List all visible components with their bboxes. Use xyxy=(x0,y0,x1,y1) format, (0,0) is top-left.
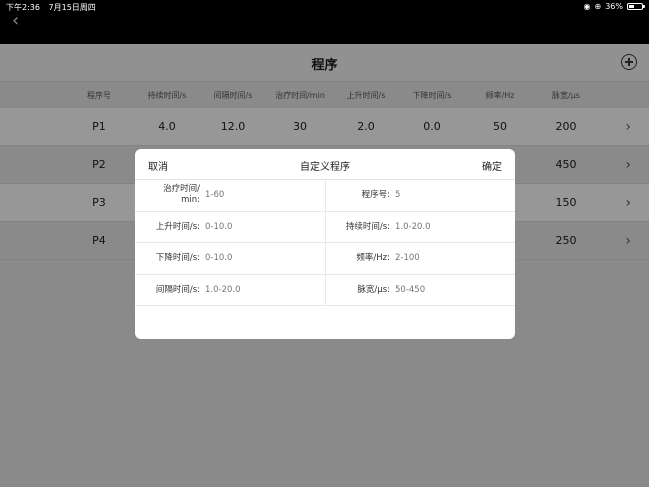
pulse-width-input[interactable] xyxy=(395,284,485,295)
interval-label: 间隔时间/s: xyxy=(155,284,200,295)
duration-input[interactable] xyxy=(395,221,485,232)
label-line: min: xyxy=(181,195,200,205)
treatment-time-label: 治疗时间/ min: xyxy=(145,184,200,206)
table-row[interactable]: P1 4.0 12.0 30 2.0 0.0 50 200 › xyxy=(0,108,649,146)
table-cell: P4 xyxy=(92,234,106,247)
program-no-label: 程序号: xyxy=(361,190,390,200)
col-header: 治疗时间/min xyxy=(275,90,325,100)
chevron-right-icon: › xyxy=(625,156,631,173)
col-header: 上升时间/s xyxy=(346,90,386,100)
frequency-label: 频率/Hz: xyxy=(356,253,390,263)
table-cell: P2 xyxy=(92,158,106,171)
duration-label: 持续时间/s: xyxy=(345,221,390,232)
fall-time-input[interactable] xyxy=(205,253,295,263)
col-header: 频率/Hz xyxy=(485,90,515,100)
table-cell: 200 xyxy=(555,120,577,133)
status-bar: 下午2:36 7月15日周四 ◉ ⊕ 36% ‹ xyxy=(0,0,649,44)
chevron-right-icon: › xyxy=(625,232,631,249)
table-cell: 30 xyxy=(293,120,307,133)
interval-input[interactable] xyxy=(205,284,295,295)
col-header: 间隔时间/s xyxy=(213,90,253,100)
treatment-time-input[interactable] xyxy=(205,190,295,200)
table-cell: 450 xyxy=(555,158,577,171)
column-divider xyxy=(325,211,326,242)
confirm-button[interactable]: 确定 xyxy=(482,158,502,173)
table-cell: 150 xyxy=(555,196,577,209)
pulse-width-label: 脉宽/µs: xyxy=(357,284,390,295)
table-cell: P1 xyxy=(92,120,106,133)
battery-icon xyxy=(627,3,645,10)
frequency-input[interactable] xyxy=(395,253,485,263)
lock-rotation-icon: ⊕ xyxy=(594,2,602,11)
col-header: 下降时间/s xyxy=(412,90,452,100)
program-no-input[interactable] xyxy=(395,190,485,200)
chevron-right-icon: › xyxy=(625,118,631,135)
table-cell: P3 xyxy=(92,196,106,209)
back-chevron-icon[interactable]: ‹ xyxy=(12,12,26,30)
column-divider xyxy=(325,243,326,274)
wifi-icon: ◉ xyxy=(583,2,591,11)
column-divider xyxy=(325,274,326,305)
dialog-title: 自定义程序 xyxy=(300,162,350,173)
table-cell: 0.0 xyxy=(423,120,441,133)
rise-time-label: 上升时间/s: xyxy=(155,221,200,232)
add-program-button[interactable] xyxy=(621,54,637,70)
table-cell: 250 xyxy=(555,234,577,247)
table-header: 程序号 持续时间/s 间隔时间/s 治疗时间/min 上升时间/s 下降时间/s… xyxy=(0,82,649,108)
dialog-header: 取消 自定义程序 确定 xyxy=(135,149,515,180)
col-header: 持续时间/s xyxy=(147,90,187,100)
battery-percent: 36% xyxy=(605,2,623,11)
table-cell: 12.0 xyxy=(220,120,246,133)
nav-bar: 程序 xyxy=(0,44,649,82)
table-cell: 2.0 xyxy=(357,120,375,133)
label-line: 治疗时间/ xyxy=(163,184,200,194)
table-cell: 4.0 xyxy=(158,120,176,133)
custom-program-dialog: 取消 自定义程序 确定 治疗时间/ min: 程序号: 上升时间/s: 持续时间… xyxy=(135,149,515,339)
table-cell: 50 xyxy=(493,120,507,133)
dialog-form: 治疗时间/ min: 程序号: 上升时间/s: 持续时间/s: 下降时间/s: … xyxy=(135,180,515,306)
fall-time-label: 下降时间/s: xyxy=(155,253,200,263)
rise-time-input[interactable] xyxy=(205,221,295,232)
chevron-right-icon: › xyxy=(625,194,631,211)
col-header: 脉宽/µs xyxy=(552,90,580,100)
status-date: 7月15日周四 xyxy=(48,3,96,12)
col-header: 程序号 xyxy=(87,90,111,100)
page-title: 程序 xyxy=(311,58,338,73)
column-divider xyxy=(325,180,326,211)
